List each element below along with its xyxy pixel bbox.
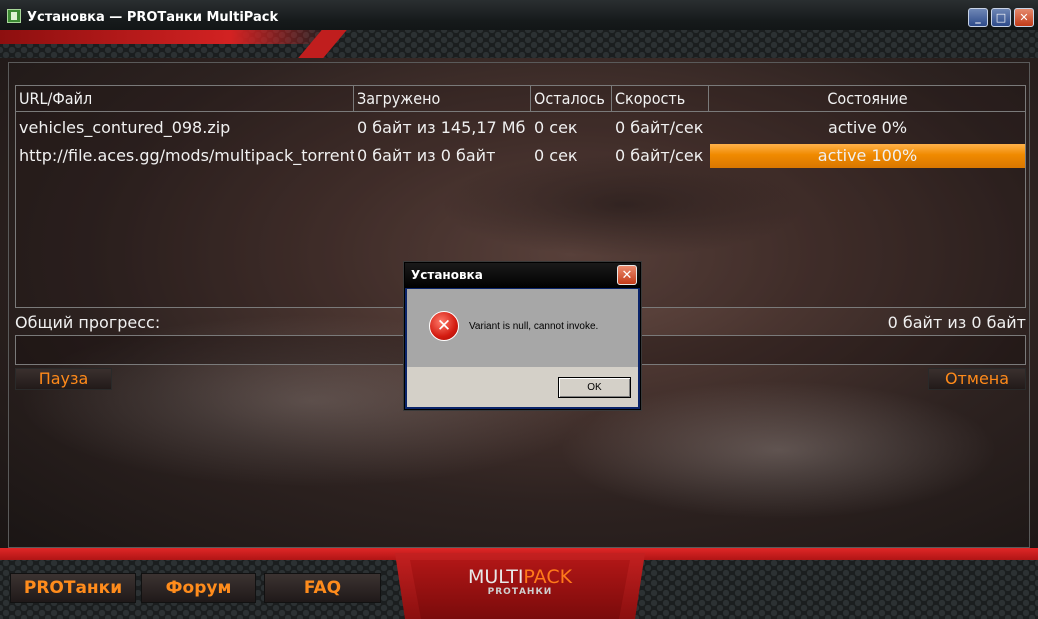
row-remaining: 0 сек	[534, 146, 578, 165]
error-icon: ✕	[429, 311, 459, 341]
column-header-speed[interactable]: Скорость	[612, 86, 709, 112]
row-state: active 100%	[817, 146, 918, 165]
row-state: active 0%	[827, 118, 908, 137]
row-remaining: 0 сек	[534, 118, 578, 137]
logo-subtitle: PROТАНКИ	[487, 587, 553, 597]
window-title: Установка — PROТанки MultiPack	[27, 10, 279, 25]
dialog-message: Variant is null, cannot invoke.	[469, 321, 599, 332]
pause-button[interactable]: Пауза	[15, 368, 112, 390]
row-speed: 0 байт/сек	[615, 146, 704, 165]
footer-link-protanki[interactable]: PROТанки	[10, 573, 136, 603]
dialog-body: ✕ Variant is null, cannot invoke.	[407, 289, 638, 367]
close-button[interactable]: ✕	[1014, 8, 1034, 27]
multipack-logo: MULTIPACK	[395, 566, 645, 588]
overall-progress-label: Общий прогресс:	[15, 313, 161, 332]
app-icon	[7, 9, 21, 23]
dialog-footer: OK	[407, 367, 638, 407]
row-file: vehicles_contured_098.zip	[19, 118, 231, 137]
error-dialog[interactable]: Установка ✕ ✕ Variant is null, cannot in…	[404, 262, 641, 410]
column-header-downloaded[interactable]: Загружено	[354, 86, 531, 112]
logo-pack: PACK	[523, 566, 573, 588]
footer-link-forum[interactable]: Форум	[141, 573, 256, 603]
overall-progress-value: 0 байт из 0 байт	[887, 313, 1026, 332]
ok-button[interactable]: OK	[558, 377, 631, 398]
footer-link-faq[interactable]: FAQ	[264, 573, 381, 603]
column-header-state[interactable]: Состояние	[709, 86, 1026, 112]
row-file: http://file.aces.gg/mods/multipack_torre…	[19, 146, 354, 165]
top-red-stripe	[0, 30, 330, 44]
dialog-close-button[interactable]: ✕	[617, 265, 637, 285]
maximize-button[interactable]: □	[991, 8, 1011, 27]
column-header-remaining[interactable]: Осталось	[531, 86, 612, 112]
cancel-button[interactable]: Отмена	[928, 368, 1026, 390]
column-header-file[interactable]: URL/Файл	[16, 86, 354, 112]
minimize-button[interactable]: _	[968, 8, 988, 27]
logo-multi: MULTI	[467, 566, 524, 588]
row-speed: 0 байт/сек	[615, 118, 704, 137]
dialog-title-bar[interactable]: Установка ✕	[405, 263, 640, 288]
dialog-title: Установка	[411, 268, 483, 282]
row-downloaded: 0 байт из 0 байт	[357, 146, 496, 165]
row-downloaded: 0 байт из 145,17 Мб	[357, 118, 526, 137]
